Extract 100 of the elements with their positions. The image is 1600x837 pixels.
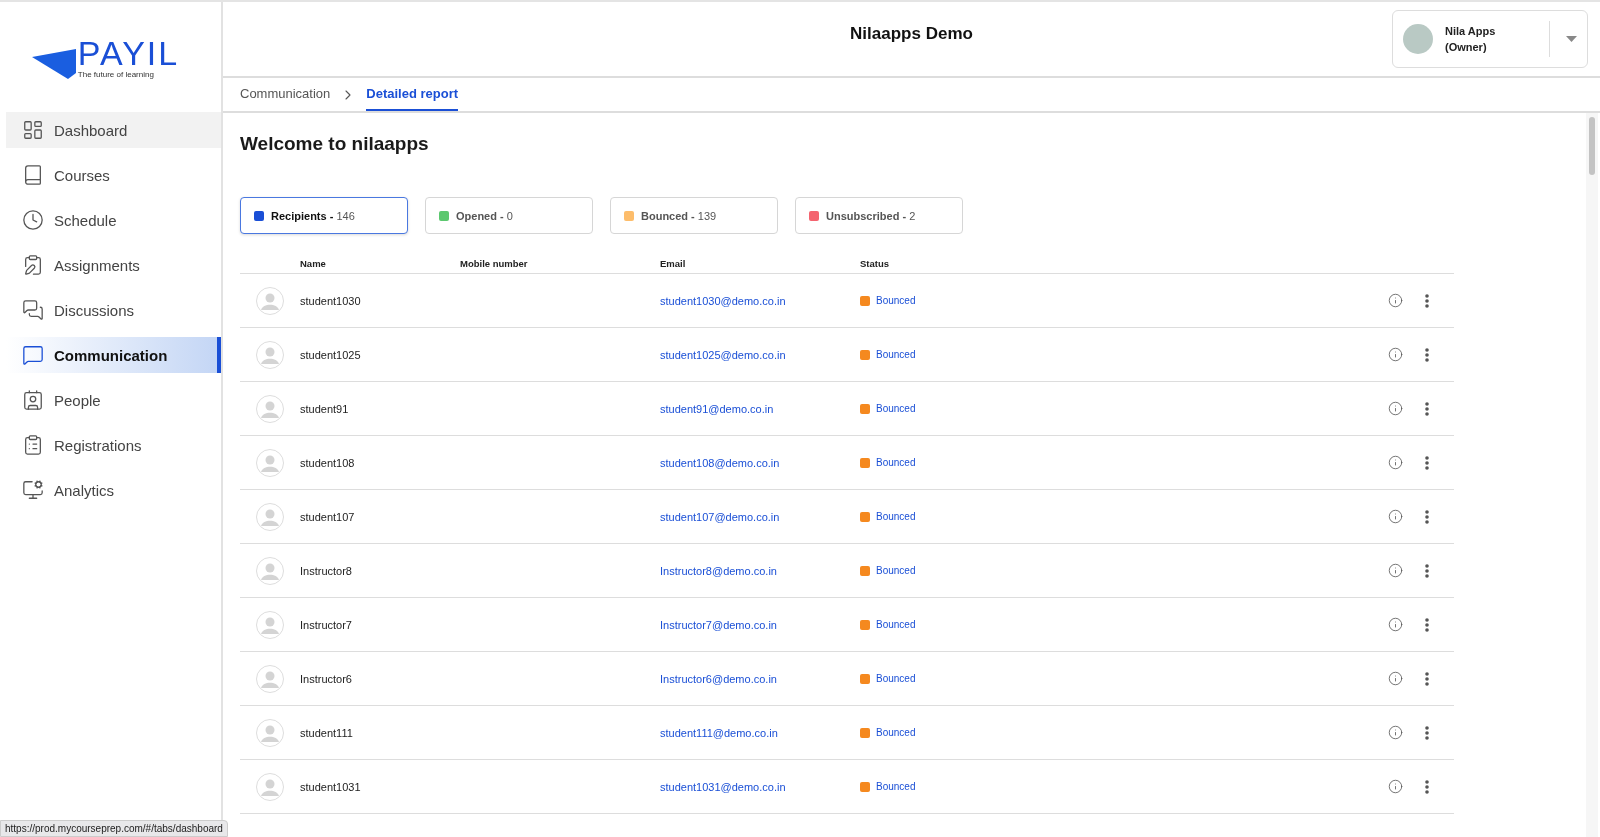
column-header: Status [860,258,891,269]
info-icon [1387,671,1403,686]
user-avatar-icon [256,394,284,423]
breadcrumb-link[interactable]: Detailed report [366,78,459,111]
info-button[interactable] [1386,723,1404,742]
user-menu[interactable]: Nila Apps (Owner) [1392,10,1588,68]
sidebar-item[interactable]: Courses [6,157,221,193]
filter-label: Unsubscribed - 2 [826,209,916,222]
info-icon [1387,509,1403,524]
status-link[interactable]: Bounced [860,673,1386,684]
email-link[interactable]: Instructor7@demo.co.in [660,618,860,631]
user-avatar-icon [256,340,284,369]
form-icon [22,434,44,456]
sidebar-item[interactable]: Discussions [6,292,221,328]
email-link[interactable]: student108@demo.co.in [660,456,860,469]
logo-tagline: The future of learning [77,69,155,79]
status-link[interactable]: Bounced [860,619,1386,630]
more-options-icon [1425,563,1429,578]
filter-label: Recipients - 146 [271,209,355,222]
info-icon [1387,401,1403,416]
info-button[interactable] [1386,399,1404,418]
filter-tab[interactable]: Opened - 0 [425,197,593,234]
logo-wordmark: PAYIL [77,35,180,70]
name-cell-text: student1031 [300,780,362,793]
email-link[interactable]: student1030@demo.co.in [660,294,860,307]
info-button[interactable] [1386,507,1404,526]
sidebar-item-label: Registrations [54,436,142,454]
info-button[interactable] [1386,561,1404,580]
clipboard-icon [22,254,44,276]
caret-icon [1566,36,1577,42]
sidebar-item-label: Discussions [54,301,135,319]
book-icon [22,164,44,186]
status-link[interactable]: Bounced [860,295,1386,306]
info-button[interactable] [1386,291,1404,310]
sidebar-item[interactable]: Dashboard [6,112,221,148]
filter-tab[interactable]: Recipients - 146 [240,197,408,234]
name-cell-text: Instructor6 [300,672,353,685]
email-link[interactable]: student1031@demo.co.in [660,780,860,793]
email-link[interactable]: Instructor6@demo.co.in [660,672,860,685]
more-options-icon [1425,293,1429,308]
email-link[interactable]: student1025@demo.co.in [660,348,860,361]
name-cell-text: student111 [300,726,354,739]
breadcrumb-link[interactable]: Communication [240,78,331,111]
name-cell-text: Instructor8 [300,564,353,577]
status-link[interactable]: Bounced [860,511,1386,522]
sidebar-item[interactable]: People [6,382,221,418]
more-options-icon [1425,671,1429,686]
sidebar-item-label: Schedule [54,211,117,229]
more-options-icon [1425,779,1429,794]
sidebar-item-label: Analytics [54,481,115,499]
more-options-icon [1425,455,1429,470]
user-avatar-icon [256,718,284,747]
info-button[interactable] [1386,453,1404,472]
sidebar-item[interactable]: Assignments [6,247,221,283]
user-avatar [1403,24,1433,54]
email-link[interactable]: student107@demo.co.in [660,510,860,523]
info-button[interactable] [1386,669,1404,688]
user-avatar-icon [256,664,284,693]
filter-tab[interactable]: Unsubscribed - 2 [795,197,963,234]
name-cell-text: student108 [300,456,356,469]
user-avatar-icon [256,556,284,585]
status-link[interactable]: Bounced [860,403,1386,414]
sidebar-item-label: People [54,391,101,409]
info-button[interactable] [1386,615,1404,634]
dropdown-button[interactable] [1549,21,1577,57]
user-avatar-icon [256,286,284,315]
status-link[interactable]: Bounced [860,781,1386,792]
email-link[interactable]: Instructor8@demo.co.in [660,564,860,577]
dashboard-icon [22,119,44,141]
user-avatar-icon [256,448,284,477]
scrollbar[interactable] [1586,113,1598,837]
status-link[interactable]: Bounced [860,727,1386,738]
sidebar-item[interactable]: Registrations [6,427,221,463]
status-link[interactable]: Bounced [860,565,1386,576]
filter-tab[interactable]: Bounced - 139 [610,197,778,234]
scrollbar-thumb[interactable] [1589,117,1595,175]
info-icon [1387,725,1403,740]
link-url-tooltip: https://prod.mycourseprep.com/#/tabs/dashboard [0,820,228,837]
more-options-icon [1425,347,1429,362]
info-icon [1387,455,1403,470]
user-role: (Owner) [1445,41,1488,53]
name-cell-text: Instructor7 [300,618,353,631]
sidebar-item-label: Courses [54,166,110,184]
page-title: Nilaapps Demo [850,24,973,44]
sidebar-item[interactable]: Analytics [6,472,221,508]
filter-label: Bounced - 139 [641,209,717,222]
status-link[interactable]: Bounced [860,349,1386,360]
sidebar-item-label: Communication [54,346,168,364]
user-avatar-icon [256,772,284,801]
email-link[interactable]: student91@demo.co.in [660,402,860,415]
sidebar-item[interactable]: Schedule [6,202,221,238]
info-icon [1387,617,1403,632]
info-button[interactable] [1386,345,1404,364]
monitor-icon [22,479,44,501]
column-header: Email [660,258,687,269]
status-link[interactable]: Bounced [860,457,1386,468]
info-button[interactable] [1386,777,1404,796]
more-options-icon [1425,509,1429,524]
email-link[interactable]: student111@demo.co.in [660,726,860,739]
more-options-icon [1425,725,1429,740]
